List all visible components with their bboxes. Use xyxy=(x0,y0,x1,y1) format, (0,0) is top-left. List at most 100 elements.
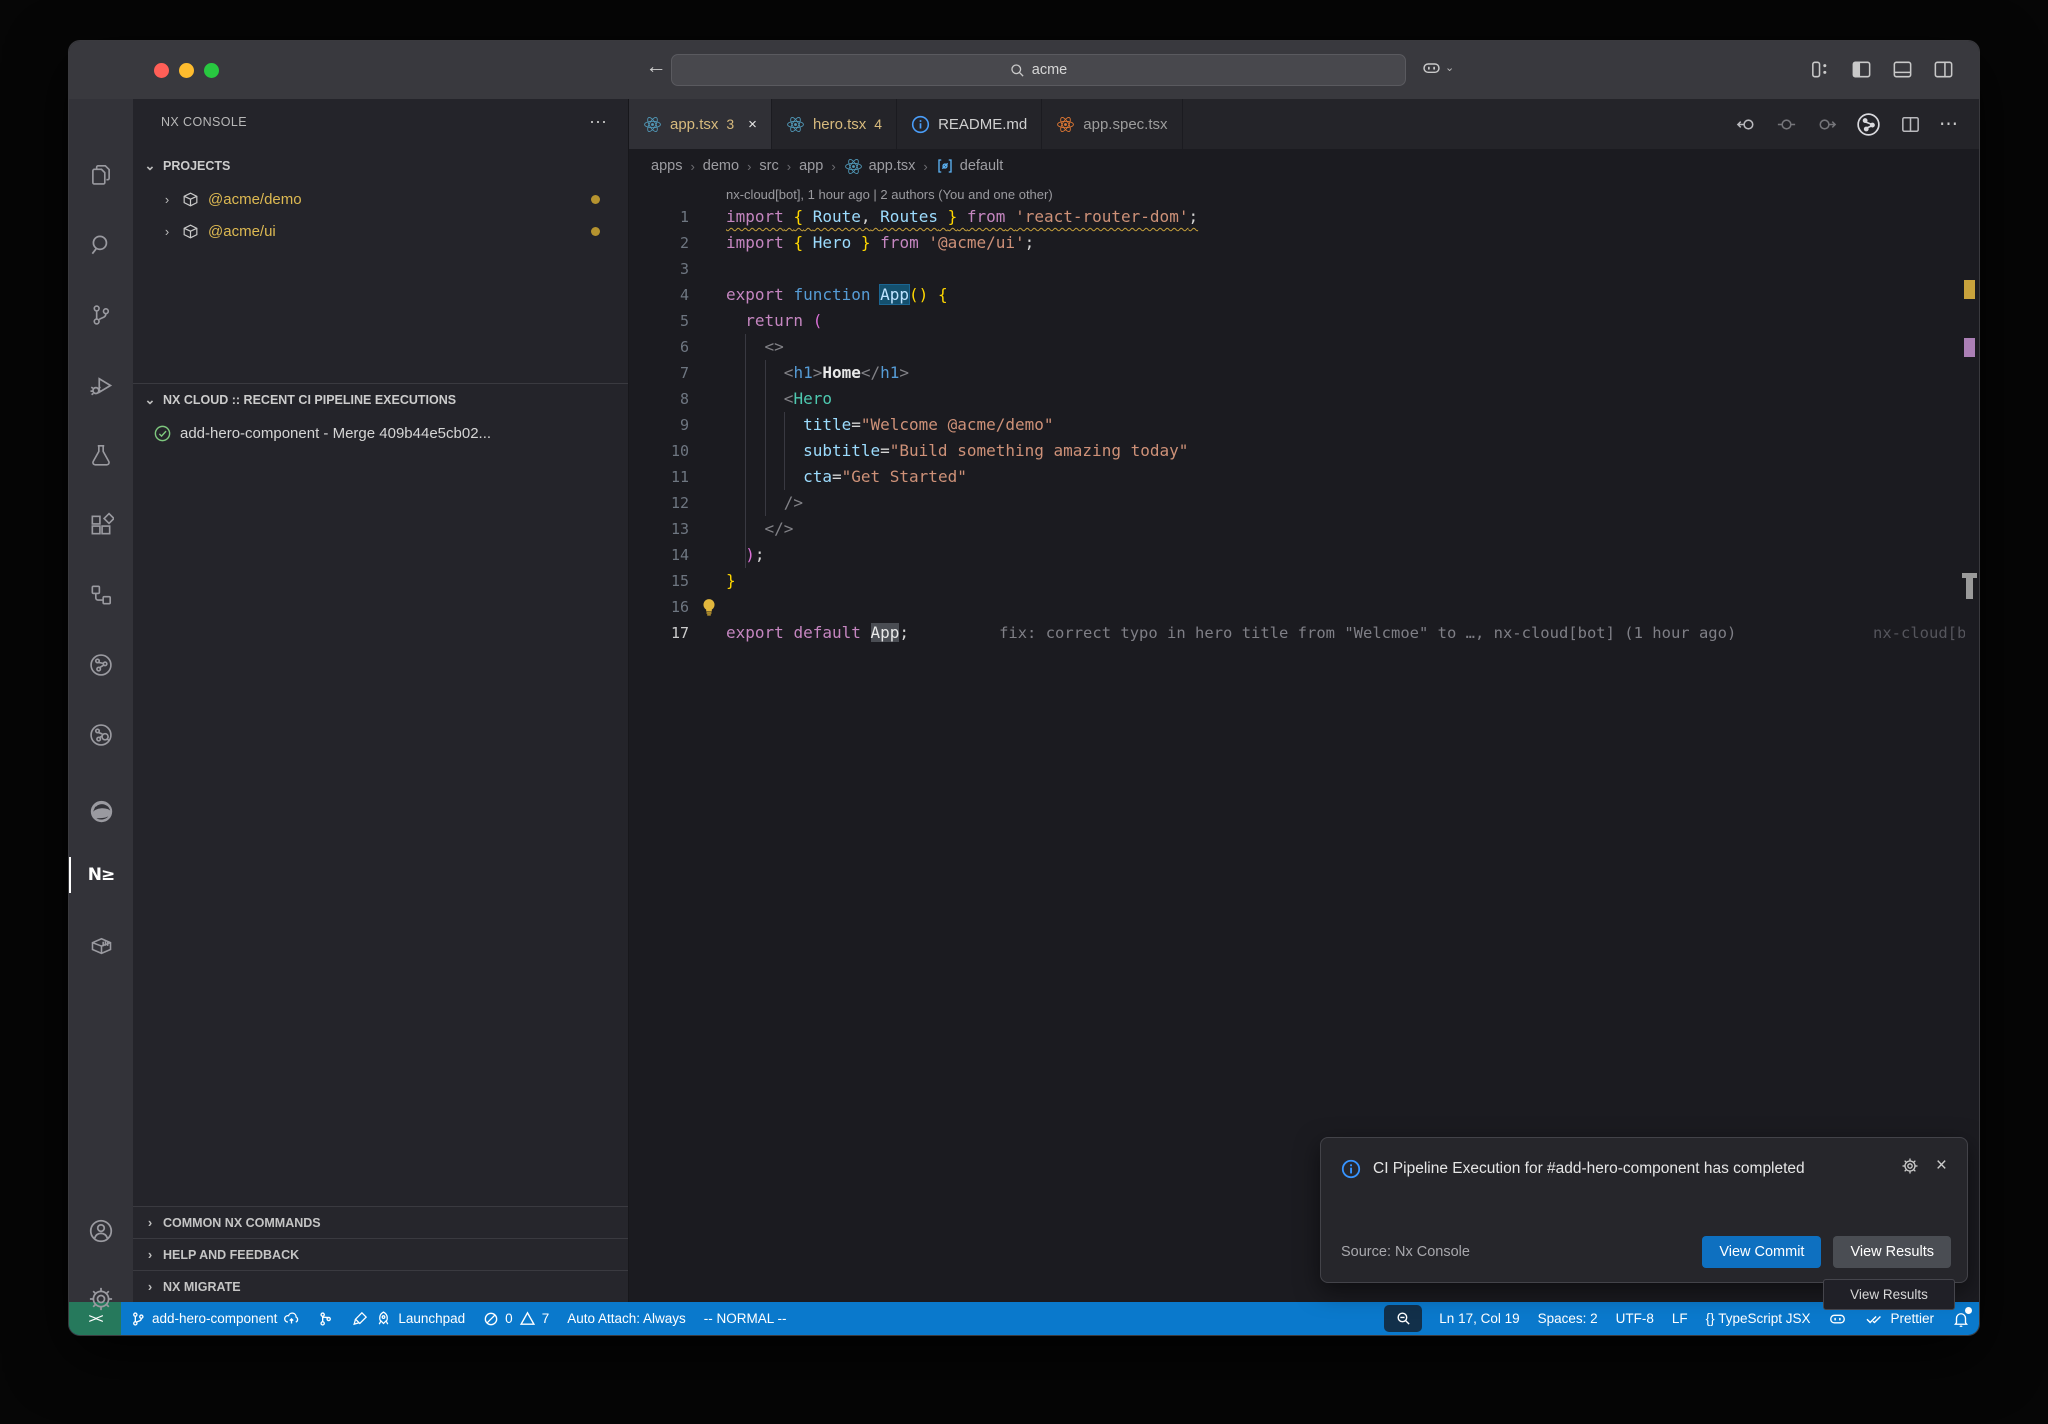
git-blame-codelens[interactable]: nx-cloud[bot], 1 hour ago | 2 authors (Y… xyxy=(726,187,1979,202)
sidebar-more-actions-icon[interactable]: ⋯ xyxy=(589,112,608,133)
code-line-8[interactable]: 8 <Hero xyxy=(629,386,1979,412)
project-row-acme-ui[interactable]: › @acme/ui xyxy=(133,215,628,247)
minimize-window-button[interactable] xyxy=(179,63,194,78)
tab-README.md[interactable]: README.md xyxy=(897,99,1042,149)
git-branch-item[interactable]: add-hero-component xyxy=(121,1302,309,1335)
code-line-7[interactable]: 7 <h1>Home</h1> xyxy=(629,360,1979,386)
code-line-15[interactable]: 15} xyxy=(629,568,1979,594)
close-tab-icon[interactable]: × xyxy=(748,116,757,133)
more-actions-icon[interactable]: ⋯ xyxy=(1939,113,1959,136)
indentation-item[interactable]: Spaces: 2 xyxy=(1529,1302,1607,1335)
code-line-11[interactable]: 11 cta="Get Started" xyxy=(629,464,1979,490)
code-line-6[interactable]: 6 <> xyxy=(629,334,1979,360)
code-line-13[interactable]: 13 </> xyxy=(629,516,1979,542)
language-mode-item[interactable]: {} TypeScript JSX xyxy=(1697,1302,1820,1335)
tab-hero.tsx[interactable]: hero.tsx4 xyxy=(772,99,897,149)
code-line-5[interactable]: 5 return ( xyxy=(629,308,1979,334)
tab-badge: 3 xyxy=(726,116,734,132)
breadcrumb-item-default[interactable]: default xyxy=(936,157,1004,175)
errors-count: 0 xyxy=(505,1311,513,1326)
toggle-primary-sidebar-icon[interactable] xyxy=(1848,56,1875,83)
breadcrumb-item-apps[interactable]: apps xyxy=(651,158,682,174)
modified-dot xyxy=(591,195,600,204)
previous-change-icon[interactable] xyxy=(1735,113,1758,136)
project-graph-icon[interactable] xyxy=(69,571,133,619)
git-graph-item[interactable] xyxy=(309,1302,343,1335)
testing-icon[interactable] xyxy=(69,431,133,479)
maximize-window-button[interactable] xyxy=(204,63,219,78)
cursor-position-item[interactable]: Ln 17, Col 19 xyxy=(1430,1302,1528,1335)
account-icon[interactable] xyxy=(69,1207,133,1255)
nx-console-icon[interactable]: N≥ xyxy=(69,851,133,899)
notification-source: Source: Nx Console xyxy=(1341,1244,1470,1260)
run-target-icon[interactable] xyxy=(1855,111,1882,138)
container-tools-icon[interactable] xyxy=(69,921,133,969)
rocket-icon xyxy=(375,1310,392,1327)
activity-bar: N≥ xyxy=(69,99,133,1302)
section-header-nx-migrate[interactable]: › NX MIGRATE xyxy=(133,1270,628,1302)
toggle-panel-icon[interactable] xyxy=(1889,56,1916,83)
code-line-3[interactable]: 3 xyxy=(629,256,1979,282)
split-editor-icon[interactable] xyxy=(1899,113,1922,136)
nx-graph-icon[interactable] xyxy=(69,641,133,689)
project-row-acme-demo[interactable]: › @acme/demo xyxy=(133,183,628,215)
code-line-2[interactable]: 2import { Hero } from '@acme/ui'; xyxy=(629,230,1979,256)
notification-close-icon[interactable]: × xyxy=(1936,1156,1947,1182)
encoding-item[interactable]: UTF-8 xyxy=(1607,1302,1663,1335)
toggle-secondary-sidebar-icon[interactable] xyxy=(1930,56,1957,83)
next-change-icon[interactable] xyxy=(1815,113,1838,136)
sidebar-title: NX CONSOLE xyxy=(161,115,247,129)
edge-browser-icon[interactable] xyxy=(69,787,133,835)
command-center-search[interactable]: acme xyxy=(671,54,1406,86)
code-line-4[interactable]: 4export function App() { xyxy=(629,282,1979,308)
react-blue-icon xyxy=(643,115,662,134)
problems-item[interactable]: 0 7 xyxy=(474,1302,558,1335)
tab-badge: 4 xyxy=(874,116,882,132)
view-results-button[interactable]: View Results xyxy=(1833,1236,1951,1268)
customize-layout-icon[interactable] xyxy=(1807,56,1834,83)
notification-toast: CI Pipeline Execution for #add-hero-comp… xyxy=(1320,1137,1968,1283)
pipeline-execution-row[interactable]: add-hero-component - Merge 409b44e5cb02.… xyxy=(133,417,628,449)
warnings-count: 7 xyxy=(542,1311,550,1326)
nx-cloud-view-icon[interactable] xyxy=(69,711,133,759)
lightbulb-icon[interactable] xyxy=(700,598,718,616)
history-back-button[interactable]: ← xyxy=(641,55,671,79)
code-line-10[interactable]: 10 subtitle="Build something amazing tod… xyxy=(629,438,1979,464)
section-header-help-and-feedback[interactable]: › HELP AND FEEDBACK xyxy=(133,1238,628,1270)
source-control-icon[interactable] xyxy=(69,291,133,339)
code-editor[interactable]: nx-cloud[bot], 1 hour ago | 2 authors (Y… xyxy=(629,183,1979,1302)
section-header-common-nx-commands[interactable]: › COMMON NX COMMANDS xyxy=(133,1206,628,1238)
code-line-12[interactable]: 12 /> xyxy=(629,490,1979,516)
change-icon[interactable] xyxy=(1775,113,1798,136)
notification-settings-gear-icon[interactable] xyxy=(1900,1156,1920,1182)
breadcrumb-item-src[interactable]: src xyxy=(759,158,778,174)
breadcrumb-item-demo[interactable]: demo xyxy=(703,158,739,174)
section-header-projects[interactable]: ⌄ PROJECTS xyxy=(133,151,628,181)
double-check-icon xyxy=(1865,1309,1884,1328)
auto-attach-item[interactable]: Auto Attach: Always xyxy=(558,1302,695,1335)
tab-app.spec.tsx[interactable]: app.spec.tsx xyxy=(1042,99,1182,149)
close-window-button[interactable] xyxy=(154,63,169,78)
info-icon xyxy=(1341,1159,1361,1182)
code-line-14[interactable]: 14 ); xyxy=(629,542,1979,568)
copilot-menu-button[interactable]: ⌄ xyxy=(1421,57,1454,78)
settings-gear-icon[interactable] xyxy=(69,1275,133,1323)
eol-item[interactable]: LF xyxy=(1663,1302,1697,1335)
search-view-icon[interactable] xyxy=(69,221,133,269)
section-header-nx-cloud[interactable]: ⌄ NX CLOUD :: RECENT CI PIPELINE EXECUTI… xyxy=(133,385,628,415)
screen-zoom-indicator[interactable] xyxy=(1384,1305,1422,1332)
run-and-debug-icon[interactable] xyxy=(69,361,133,409)
breadcrumb-item-app[interactable]: app xyxy=(799,158,823,174)
code-line-16[interactable]: 16 xyxy=(629,594,1979,620)
launchpad-item[interactable]: Launchpad xyxy=(343,1302,474,1335)
tab-app.tsx[interactable]: app.tsx3× xyxy=(629,99,772,149)
code-line-9[interactable]: 9 title="Welcome @acme/demo" xyxy=(629,412,1979,438)
errors-icon xyxy=(483,1311,499,1327)
view-commit-button[interactable]: View Commit xyxy=(1702,1236,1821,1268)
breadcrumb-item-app.tsx[interactable]: app.tsx xyxy=(844,157,916,176)
code-line-17[interactable]: 17export default App;fix: correct typo i… xyxy=(629,620,1979,646)
explorer-icon[interactable] xyxy=(69,151,133,199)
code-line-1[interactable]: 1import { Route, Routes } from 'react-ro… xyxy=(629,204,1979,230)
extensions-icon[interactable] xyxy=(69,501,133,549)
vim-mode-item[interactable]: -- NORMAL -- xyxy=(695,1302,796,1335)
